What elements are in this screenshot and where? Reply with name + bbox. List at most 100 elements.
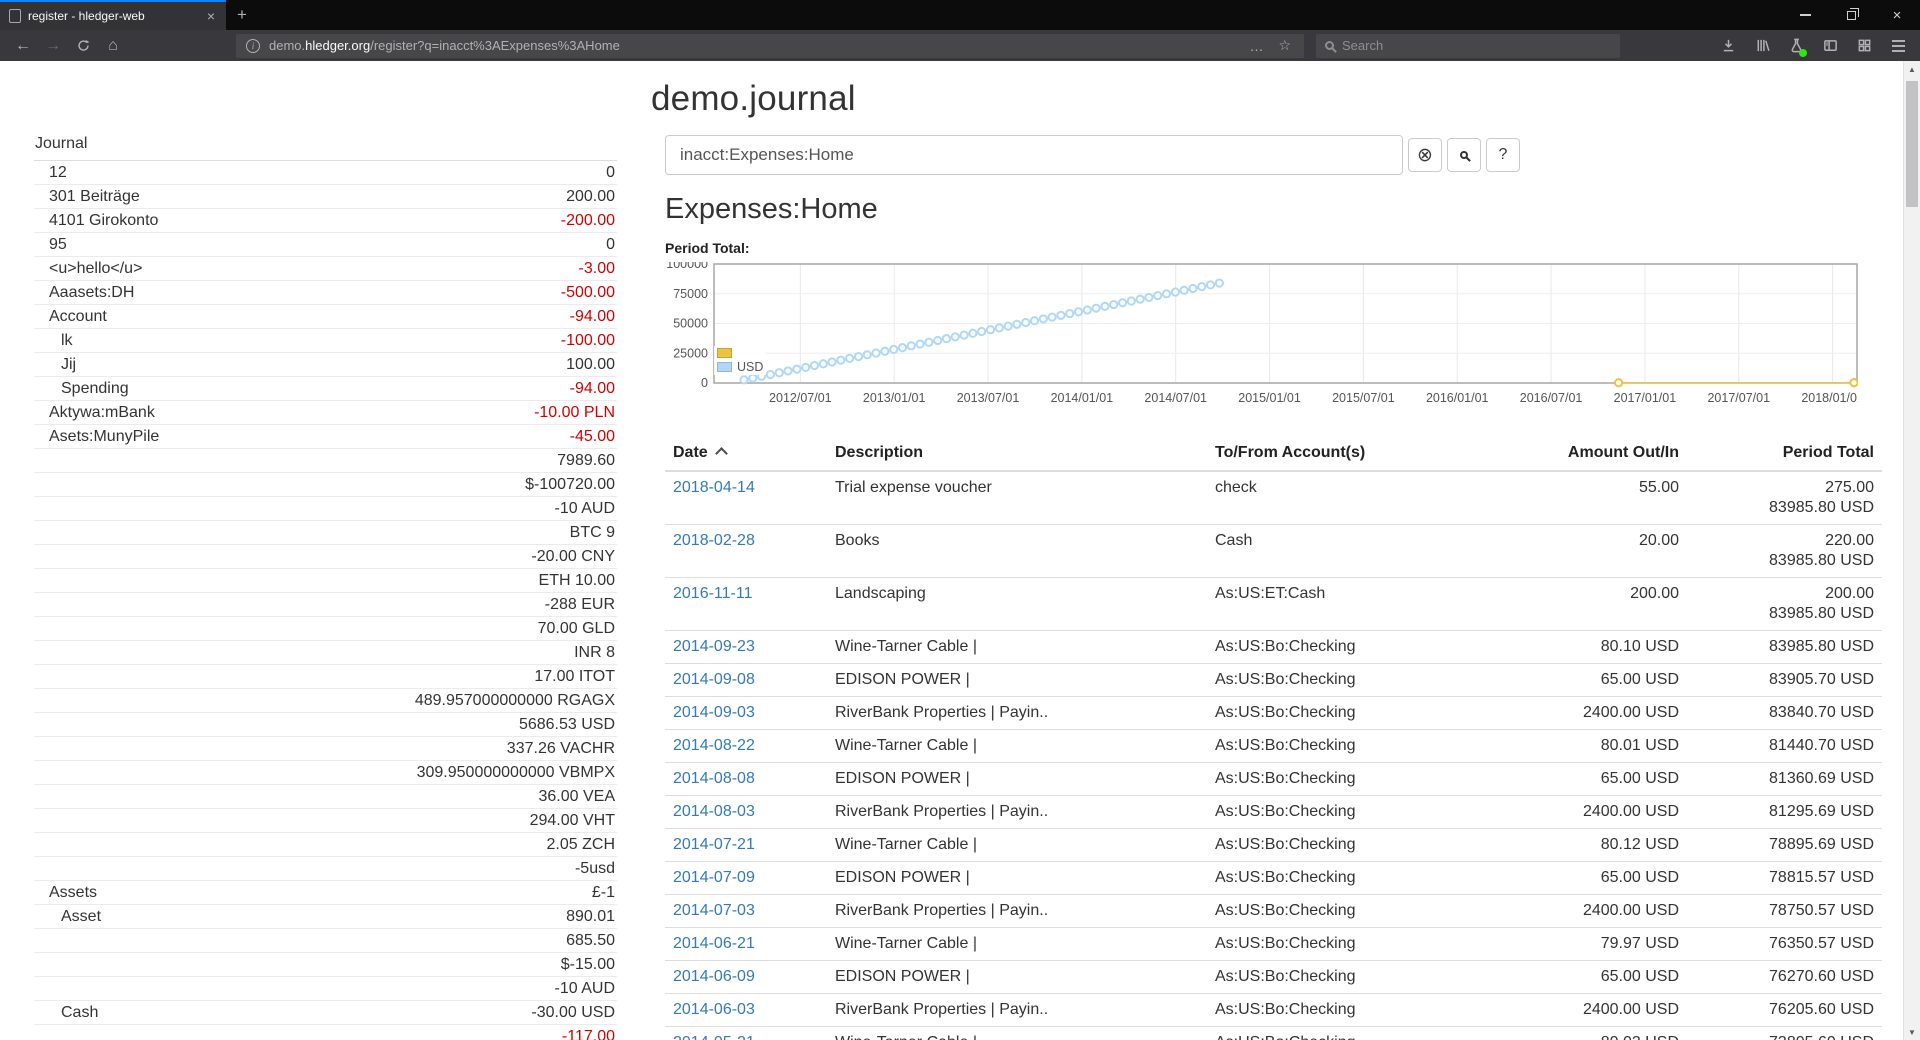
- transaction-date-link[interactable]: 2014-06-09: [673, 968, 755, 985]
- submit-search-button[interactable]: [1447, 138, 1481, 172]
- page-scrollbar[interactable]: ▲ ▼: [1903, 61, 1920, 1040]
- transaction-period-total: 83985.80 USD: [1687, 631, 1882, 664]
- extension-badge: [1799, 49, 1807, 57]
- browser-tab[interactable]: register - hledger-web ×: [0, 0, 226, 30]
- column-header-date[interactable]: Date: [665, 436, 827, 471]
- sidebar-account-balance: 0: [606, 164, 617, 182]
- transaction-date-link[interactable]: 2014-07-03: [673, 902, 755, 919]
- transaction-date-link[interactable]: 2016-11-11: [673, 585, 752, 602]
- tab-favicon-icon: [9, 9, 21, 23]
- browser-search-bar[interactable]: Search: [1316, 34, 1620, 58]
- sidebar-account-link[interactable]: Aaasets:DH: [34, 284, 561, 302]
- sidebar-account-link[interactable]: 95: [34, 236, 606, 254]
- scrollbar-thumb[interactable]: [1906, 81, 1918, 207]
- sidebar-account-row: 5686.53 USD: [34, 713, 617, 737]
- page-actions-icon[interactable]: …: [1246, 38, 1266, 54]
- sidebars-button[interactable]: [1816, 33, 1844, 59]
- transaction-amount: 65.00 USD: [1537, 664, 1687, 697]
- sidebar-account-link[interactable]: <u>hello</u>: [34, 260, 579, 278]
- register-row: 2014-09-08EDISON POWER |As:US:Bo:Checkin…: [665, 664, 1882, 697]
- bookmark-star-icon[interactable]: ☆: [1275, 37, 1294, 54]
- transaction-date-link[interactable]: 2014-08-08: [673, 770, 755, 787]
- sidebar-account-link[interactable]: 4101 Girokonto: [34, 212, 561, 230]
- sidebar-account-link[interactable]: Account: [34, 308, 570, 326]
- transaction-date-link[interactable]: 2014-09-08: [673, 671, 755, 688]
- pocket-grid-button[interactable]: [1850, 33, 1878, 59]
- library-icon: [1755, 38, 1770, 53]
- period-chart[interactable]: 2012/07/012013/01/012013/07/012014/01/01…: [665, 262, 1858, 414]
- sidebar-account-balance: 5686.53 USD: [519, 716, 617, 734]
- downloads-button[interactable]: [1714, 33, 1742, 59]
- sidebar-journal-link[interactable]: Journal: [34, 135, 617, 161]
- transaction-date-link[interactable]: 2014-06-03: [673, 1001, 755, 1018]
- transaction-account: As:US:Bo:Checking: [1207, 994, 1537, 1027]
- library-button[interactable]: [1748, 33, 1776, 59]
- forward-button[interactable]: →: [38, 33, 68, 59]
- transaction-date-link[interactable]: 2014-09-03: [673, 704, 755, 721]
- sidebar-account-balance: -45.00: [570, 428, 617, 446]
- url-host: hledger.org: [305, 38, 370, 53]
- transaction-description: RiverBank Properties | Payin..: [827, 994, 1207, 1027]
- transaction-amount: 79.97 USD: [1537, 928, 1687, 961]
- extension-button[interactable]: [1782, 33, 1810, 59]
- window-minimize-button[interactable]: [1782, 0, 1828, 30]
- transaction-date-link[interactable]: 2014-06-21: [673, 935, 755, 952]
- menu-button[interactable]: [1884, 33, 1912, 59]
- sidebar-account-balance: 70.00 GLD: [538, 620, 617, 638]
- sidebar-account-link[interactable]: Asets:MunyPile: [34, 428, 570, 446]
- home-button[interactable]: ⌂: [98, 33, 128, 59]
- transaction-date-link[interactable]: 2018-04-14: [673, 479, 755, 496]
- transaction-date-link[interactable]: 2018-02-28: [673, 532, 755, 549]
- site-info-icon[interactable]: i: [246, 39, 260, 53]
- register-row: 2018-04-14Trial expense vouchercheck55.0…: [665, 471, 1882, 525]
- sidebar-account-balance: ETH 10.00: [539, 572, 617, 590]
- sidebar-account-balance: 0: [606, 236, 617, 254]
- transaction-description: Wine-Tarner Cable |: [827, 829, 1207, 862]
- reload-button[interactable]: [68, 33, 98, 59]
- sidebar-account-balance: -3.00: [579, 260, 617, 278]
- transaction-date-link[interactable]: 2014-07-09: [673, 869, 755, 886]
- transaction-date-link[interactable]: 2014-07-21: [673, 836, 755, 853]
- transaction-date-link[interactable]: 2014-08-22: [673, 737, 755, 754]
- sidebar-account-balance: 309.950000000000 VBMPX: [417, 764, 617, 782]
- window-close-button[interactable]: ×: [1874, 0, 1920, 30]
- sidebar-account-row: ETH 10.00: [34, 569, 617, 593]
- sidebar-account-row: -117.00: [34, 1025, 617, 1040]
- back-button[interactable]: ←: [8, 33, 38, 59]
- transaction-date-link[interactable]: 2014-09-23: [673, 638, 755, 655]
- sidebar-toggle-icon: [1823, 38, 1838, 53]
- legend-swatch-icon: [717, 348, 732, 358]
- sidebar-account-link[interactable]: Assets: [34, 884, 592, 902]
- scroll-up-icon[interactable]: ▲: [1904, 61, 1920, 77]
- sidebar-account-balance: 7989.60: [557, 452, 617, 470]
- url-bar[interactable]: i demo.hledger.org/register?q=inacct%3AE…: [236, 34, 1304, 58]
- query-input[interactable]: [665, 135, 1403, 175]
- transaction-description: Books: [827, 525, 1207, 578]
- sidebar-account-link[interactable]: Spending: [34, 380, 570, 398]
- sidebar-account-link[interactable]: Aktywa:mBank: [34, 404, 534, 422]
- transaction-account: As:US:Bo:Checking: [1207, 664, 1537, 697]
- sidebar-account-link[interactable]: 12: [34, 164, 606, 182]
- register-heading: Expenses:Home: [665, 193, 1882, 226]
- sidebar-account-link[interactable]: Cash: [34, 1004, 531, 1022]
- new-tab-button[interactable]: +: [226, 0, 258, 30]
- help-button[interactable]: ?: [1486, 138, 1520, 172]
- sidebar-account-link[interactable]: Jij: [34, 356, 566, 374]
- sidebar-account-link[interactable]: Asset: [34, 908, 566, 926]
- sidebar-account-balance: 100.00: [566, 356, 617, 374]
- transaction-date-link[interactable]: 2014-08-03: [673, 803, 755, 820]
- sidebar-account-link[interactable]: lk: [34, 332, 561, 350]
- svg-text:25000: 25000: [673, 346, 708, 360]
- sidebar-account-balance: 294.00 VHT: [530, 812, 617, 830]
- transaction-date-link[interactable]: 2014-05-21: [673, 1034, 755, 1040]
- url-subdomain: demo.: [269, 38, 305, 53]
- transaction-period-total: 78895.69 USD: [1687, 829, 1882, 862]
- sidebar-account-row: $-100720.00: [34, 473, 617, 497]
- clear-query-button[interactable]: ⊗: [1408, 138, 1442, 172]
- sidebar-account-link[interactable]: 301 Beiträge: [34, 188, 566, 206]
- transaction-amount: 20.00: [1537, 525, 1687, 578]
- window-restore-button[interactable]: [1828, 0, 1874, 30]
- scroll-down-icon[interactable]: ▼: [1904, 1024, 1920, 1040]
- register-row: 2014-06-03 RiverBank Properties | Payin..…: [665, 994, 1882, 1027]
- tab-close-icon[interactable]: ×: [205, 8, 217, 24]
